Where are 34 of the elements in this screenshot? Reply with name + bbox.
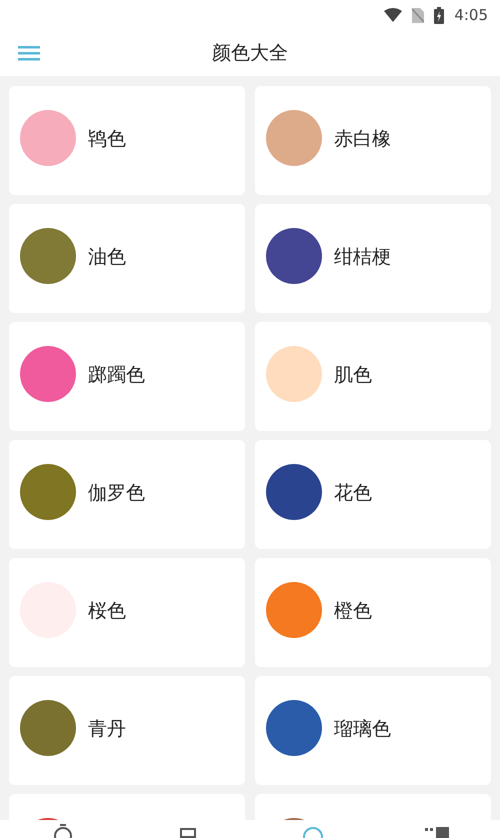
color-card[interactable]: 鸨色 <box>9 86 245 195</box>
color-name: 绀桔梗 <box>334 245 391 270</box>
color-card[interactable]: 花色 <box>255 440 491 549</box>
menu-icon <box>18 45 40 61</box>
stopwatch-icon <box>52 824 72 838</box>
color-card[interactable]: 橙色 <box>255 558 491 667</box>
color-name: 踯躅色 <box>88 363 145 388</box>
color-name: 青丹 <box>88 717 126 742</box>
color-name: 油色 <box>88 245 126 270</box>
color-name: 橙色 <box>334 599 372 624</box>
color-name: 桜色 <box>88 599 126 624</box>
color-name: 赤白橡 <box>334 127 391 152</box>
color-name: 鸨色 <box>88 127 126 152</box>
color-name: 花色 <box>334 481 372 506</box>
color-card[interactable]: 瑠璃色 <box>255 676 491 785</box>
color-card[interactable]: 油色 <box>9 204 245 313</box>
color-card[interactable]: 伽罗色 <box>9 440 245 549</box>
color-card[interactable]: 桜色 <box>9 558 245 667</box>
color-name: 伽罗色 <box>88 481 145 506</box>
color-name: 瑠璃色 <box>334 717 391 742</box>
grid-icon <box>424 824 450 838</box>
no-sim-icon <box>412 8 424 22</box>
color-card[interactable]: 赤白橡 <box>255 86 491 195</box>
menu-button[interactable] <box>18 43 42 63</box>
wifi-icon <box>384 8 402 22</box>
color-card[interactable]: 踯躅色 <box>9 322 245 431</box>
color-card[interactable]: 绀桔梗 <box>255 204 491 313</box>
color-card[interactable]: 青丹 <box>9 676 245 785</box>
status-time: 4:05 <box>454 6 488 24</box>
app-title: 颜色大全 <box>212 41 288 66</box>
color-card[interactable]: 肌色 <box>255 322 491 431</box>
battery-charging-icon <box>434 6 444 24</box>
palette-icon <box>302 824 324 838</box>
color-name: 肌色 <box>334 363 372 388</box>
